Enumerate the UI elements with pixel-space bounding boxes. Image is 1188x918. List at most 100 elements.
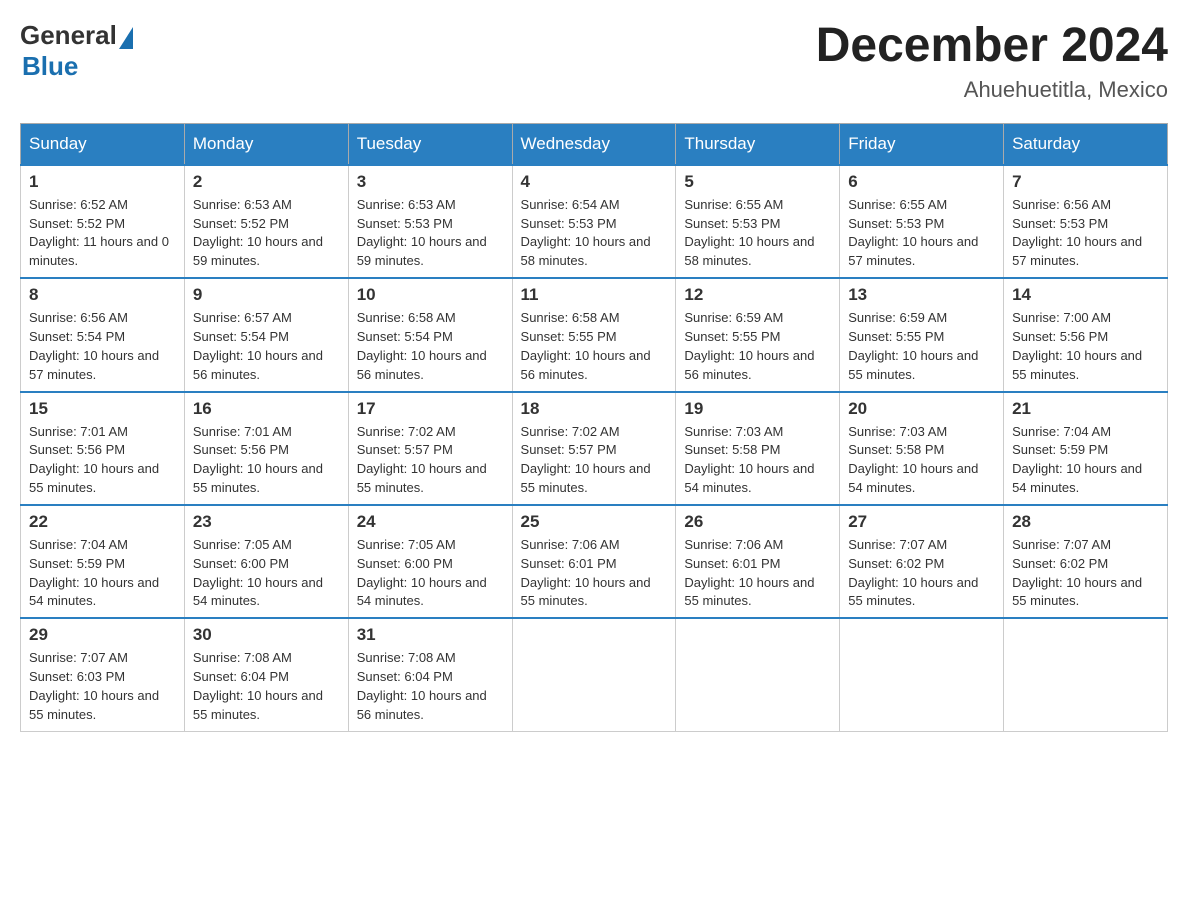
- day-info: Sunrise: 6:58 AMSunset: 5:54 PMDaylight:…: [357, 310, 487, 382]
- logo-blue: Blue: [22, 51, 78, 81]
- day-info: Sunrise: 7:07 AMSunset: 6:03 PMDaylight:…: [29, 650, 159, 722]
- day-number: 25: [521, 512, 668, 532]
- day-info: Sunrise: 7:00 AMSunset: 5:56 PMDaylight:…: [1012, 310, 1142, 382]
- logo-triangle-icon: [119, 27, 133, 49]
- calendar-cell: 21 Sunrise: 7:04 AMSunset: 5:59 PMDaylig…: [1004, 392, 1168, 505]
- day-info: Sunrise: 7:05 AMSunset: 6:00 PMDaylight:…: [357, 537, 487, 609]
- day-info: Sunrise: 7:08 AMSunset: 6:04 PMDaylight:…: [357, 650, 487, 722]
- calendar-cell: 24 Sunrise: 7:05 AMSunset: 6:00 PMDaylig…: [348, 505, 512, 618]
- calendar-cell: 5 Sunrise: 6:55 AMSunset: 5:53 PMDayligh…: [676, 165, 840, 278]
- day-number: 16: [193, 399, 340, 419]
- calendar-cell: 6 Sunrise: 6:55 AMSunset: 5:53 PMDayligh…: [840, 165, 1004, 278]
- location: Ahuehuetitla, Mexico: [816, 77, 1168, 103]
- day-info: Sunrise: 7:07 AMSunset: 6:02 PMDaylight:…: [1012, 537, 1142, 609]
- calendar-cell: 23 Sunrise: 7:05 AMSunset: 6:00 PMDaylig…: [184, 505, 348, 618]
- day-number: 17: [357, 399, 504, 419]
- day-number: 5: [684, 172, 831, 192]
- calendar-cell: 16 Sunrise: 7:01 AMSunset: 5:56 PMDaylig…: [184, 392, 348, 505]
- day-info: Sunrise: 7:02 AMSunset: 5:57 PMDaylight:…: [357, 424, 487, 496]
- title-section: December 2024 Ahuehuetitla, Mexico: [816, 20, 1168, 103]
- calendar-cell: 18 Sunrise: 7:02 AMSunset: 5:57 PMDaylig…: [512, 392, 676, 505]
- calendar-cell: [512, 618, 676, 731]
- day-info: Sunrise: 6:58 AMSunset: 5:55 PMDaylight:…: [521, 310, 651, 382]
- day-info: Sunrise: 7:07 AMSunset: 6:02 PMDaylight:…: [848, 537, 978, 609]
- calendar-cell: 4 Sunrise: 6:54 AMSunset: 5:53 PMDayligh…: [512, 165, 676, 278]
- day-info: Sunrise: 6:56 AMSunset: 5:54 PMDaylight:…: [29, 310, 159, 382]
- calendar-header-wednesday: Wednesday: [512, 123, 676, 165]
- calendar-cell: 17 Sunrise: 7:02 AMSunset: 5:57 PMDaylig…: [348, 392, 512, 505]
- day-info: Sunrise: 7:04 AMSunset: 5:59 PMDaylight:…: [1012, 424, 1142, 496]
- day-number: 4: [521, 172, 668, 192]
- day-info: Sunrise: 6:55 AMSunset: 5:53 PMDaylight:…: [848, 197, 978, 269]
- day-info: Sunrise: 7:03 AMSunset: 5:58 PMDaylight:…: [684, 424, 814, 496]
- day-info: Sunrise: 7:01 AMSunset: 5:56 PMDaylight:…: [193, 424, 323, 496]
- day-number: 8: [29, 285, 176, 305]
- day-info: Sunrise: 6:53 AMSunset: 5:53 PMDaylight:…: [357, 197, 487, 269]
- day-info: Sunrise: 6:54 AMSunset: 5:53 PMDaylight:…: [521, 197, 651, 269]
- calendar-cell: 22 Sunrise: 7:04 AMSunset: 5:59 PMDaylig…: [21, 505, 185, 618]
- day-number: 15: [29, 399, 176, 419]
- day-info: Sunrise: 7:03 AMSunset: 5:58 PMDaylight:…: [848, 424, 978, 496]
- day-info: Sunrise: 6:53 AMSunset: 5:52 PMDaylight:…: [193, 197, 323, 269]
- logo-content: General Blue: [20, 20, 133, 82]
- day-info: Sunrise: 6:59 AMSunset: 5:55 PMDaylight:…: [848, 310, 978, 382]
- calendar-cell: 27 Sunrise: 7:07 AMSunset: 6:02 PMDaylig…: [840, 505, 1004, 618]
- calendar-cell: 2 Sunrise: 6:53 AMSunset: 5:52 PMDayligh…: [184, 165, 348, 278]
- day-number: 13: [848, 285, 995, 305]
- day-number: 3: [357, 172, 504, 192]
- calendar-cell: 3 Sunrise: 6:53 AMSunset: 5:53 PMDayligh…: [348, 165, 512, 278]
- calendar-header-monday: Monday: [184, 123, 348, 165]
- day-number: 27: [848, 512, 995, 532]
- calendar-cell: 10 Sunrise: 6:58 AMSunset: 5:54 PMDaylig…: [348, 278, 512, 391]
- page-header: General Blue December 2024 Ahuehuetitla,…: [20, 20, 1168, 103]
- day-number: 12: [684, 285, 831, 305]
- day-number: 9: [193, 285, 340, 305]
- calendar-cell: 13 Sunrise: 6:59 AMSunset: 5:55 PMDaylig…: [840, 278, 1004, 391]
- day-info: Sunrise: 7:08 AMSunset: 6:04 PMDaylight:…: [193, 650, 323, 722]
- calendar-cell: 20 Sunrise: 7:03 AMSunset: 5:58 PMDaylig…: [840, 392, 1004, 505]
- day-info: Sunrise: 7:04 AMSunset: 5:59 PMDaylight:…: [29, 537, 159, 609]
- day-number: 22: [29, 512, 176, 532]
- calendar-header-friday: Friday: [840, 123, 1004, 165]
- day-number: 24: [357, 512, 504, 532]
- day-number: 20: [848, 399, 995, 419]
- day-number: 28: [1012, 512, 1159, 532]
- day-number: 29: [29, 625, 176, 645]
- calendar-cell: 31 Sunrise: 7:08 AMSunset: 6:04 PMDaylig…: [348, 618, 512, 731]
- calendar-cell: 14 Sunrise: 7:00 AMSunset: 5:56 PMDaylig…: [1004, 278, 1168, 391]
- calendar-cell: [840, 618, 1004, 731]
- calendar-cell: 28 Sunrise: 7:07 AMSunset: 6:02 PMDaylig…: [1004, 505, 1168, 618]
- logo-general: General: [20, 20, 117, 51]
- calendar-cell: [676, 618, 840, 731]
- calendar-cell: 11 Sunrise: 6:58 AMSunset: 5:55 PMDaylig…: [512, 278, 676, 391]
- day-number: 7: [1012, 172, 1159, 192]
- day-number: 21: [1012, 399, 1159, 419]
- day-number: 23: [193, 512, 340, 532]
- day-number: 1: [29, 172, 176, 192]
- calendar-cell: 26 Sunrise: 7:06 AMSunset: 6:01 PMDaylig…: [676, 505, 840, 618]
- day-info: Sunrise: 6:59 AMSunset: 5:55 PMDaylight:…: [684, 310, 814, 382]
- day-number: 14: [1012, 285, 1159, 305]
- calendar-cell: 15 Sunrise: 7:01 AMSunset: 5:56 PMDaylig…: [21, 392, 185, 505]
- day-info: Sunrise: 7:01 AMSunset: 5:56 PMDaylight:…: [29, 424, 159, 496]
- calendar-cell: 19 Sunrise: 7:03 AMSunset: 5:58 PMDaylig…: [676, 392, 840, 505]
- day-info: Sunrise: 7:02 AMSunset: 5:57 PMDaylight:…: [521, 424, 651, 496]
- calendar-cell: 29 Sunrise: 7:07 AMSunset: 6:03 PMDaylig…: [21, 618, 185, 731]
- day-number: 6: [848, 172, 995, 192]
- day-number: 30: [193, 625, 340, 645]
- day-number: 26: [684, 512, 831, 532]
- calendar-cell: 30 Sunrise: 7:08 AMSunset: 6:04 PMDaylig…: [184, 618, 348, 731]
- day-info: Sunrise: 6:55 AMSunset: 5:53 PMDaylight:…: [684, 197, 814, 269]
- day-number: 19: [684, 399, 831, 419]
- month-title: December 2024: [816, 20, 1168, 73]
- calendar-table: SundayMondayTuesdayWednesdayThursdayFrid…: [20, 123, 1168, 732]
- day-number: 2: [193, 172, 340, 192]
- day-number: 31: [357, 625, 504, 645]
- calendar-cell: 9 Sunrise: 6:57 AMSunset: 5:54 PMDayligh…: [184, 278, 348, 391]
- calendar-cell: 25 Sunrise: 7:06 AMSunset: 6:01 PMDaylig…: [512, 505, 676, 618]
- day-number: 11: [521, 285, 668, 305]
- day-info: Sunrise: 7:06 AMSunset: 6:01 PMDaylight:…: [684, 537, 814, 609]
- calendar-header-tuesday: Tuesday: [348, 123, 512, 165]
- calendar-header-saturday: Saturday: [1004, 123, 1168, 165]
- day-number: 10: [357, 285, 504, 305]
